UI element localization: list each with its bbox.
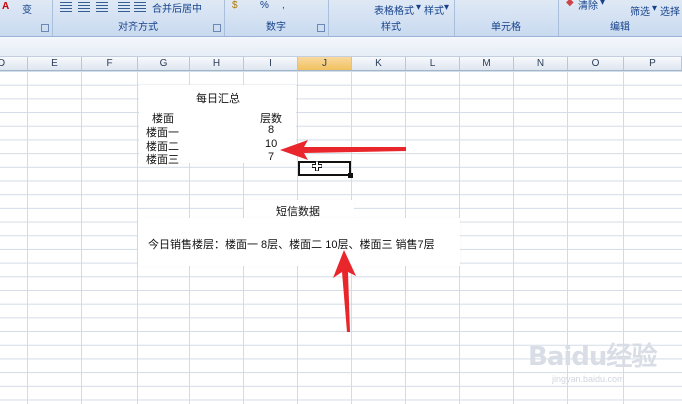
align-center-icon[interactable] — [78, 2, 90, 12]
currency-icon[interactable]: $ — [232, 0, 238, 11]
count-cell[interactable]: 10 — [265, 138, 277, 150]
eraser-icon[interactable]: ◆ — [566, 0, 574, 8]
column-header-g[interactable]: G — [138, 57, 190, 70]
font-launcher-icon[interactable] — [41, 24, 49, 32]
ribbon: A 变 合并后居中 对齐方式 $ % , 数字 表格格式 ▾ 样式 ▾ 样式 单… — [0, 0, 682, 37]
chevron-down-icon[interactable]: ▾ — [652, 3, 657, 14]
column-header-n[interactable]: N — [514, 57, 568, 70]
column-header-o[interactable]: O — [568, 57, 624, 70]
grid-line — [81, 71, 82, 404]
column-header-d[interactable]: D — [0, 57, 28, 70]
ribbon-group-alignment: 合并后居中 对齐方式 — [52, 0, 225, 36]
ribbon-group-styles: 表格格式 ▾ 样式 ▾ 样式 — [328, 0, 455, 36]
sort-filter-button[interactable]: 筛选 — [630, 3, 650, 18]
editing-group-title: 编辑 — [610, 22, 630, 33]
ribbon-group-font-partial: A 变 — [0, 0, 53, 36]
number-launcher-icon[interactable] — [317, 24, 325, 32]
count-cell[interactable]: 7 — [268, 151, 274, 163]
daily-summary-title: 每日汇总 — [196, 93, 240, 105]
find-select-button[interactable]: 选择 — [660, 3, 680, 18]
alignment-launcher-icon[interactable] — [213, 24, 221, 32]
sms-message-text[interactable]: 今日销售楼层：楼面一 8层、楼面二 10层、楼面三 销售7层 — [148, 236, 435, 252]
column-header-m[interactable]: M — [460, 57, 514, 70]
decrease-indent-icon[interactable] — [118, 2, 130, 12]
alignment-group-title: 对齐方式 — [118, 22, 158, 33]
styles-group-title: 样式 — [381, 22, 401, 33]
count-cell[interactable]: 8 — [268, 124, 274, 136]
increase-indent-icon[interactable] — [134, 2, 146, 12]
column-header-bar: D E F G H I J K L M N O P — [0, 57, 682, 71]
active-cell-selection[interactable] — [298, 161, 353, 178]
grid-line — [27, 71, 28, 404]
arrow-annotation-left — [280, 140, 406, 160]
font-size-icon[interactable]: 变 — [22, 1, 32, 16]
column-header-k[interactable]: K — [352, 57, 406, 70]
baidu-watermark-logo: Baidu经验 — [528, 342, 657, 372]
ribbon-group-cells: 单元格 — [454, 0, 559, 36]
column-header-e[interactable]: E — [28, 57, 82, 70]
ribbon-group-editing: ◆ 清除 ▾ 筛选 ▾ 选择 编辑 — [558, 0, 682, 36]
formula-bar-area — [0, 37, 682, 57]
column-header-f[interactable]: F — [82, 57, 138, 70]
chevron-down-icon[interactable]: ▾ — [600, 0, 605, 8]
clear-button[interactable]: 清除 — [578, 0, 598, 12]
number-group-title: 数字 — [266, 22, 286, 33]
column-header-h[interactable]: H — [190, 57, 244, 70]
watermark-url: jingyan.baidu.com — [552, 374, 625, 384]
comma-button[interactable]: , — [282, 0, 285, 11]
column-header-p[interactable]: P — [624, 57, 682, 70]
plus-cursor-icon — [312, 161, 322, 171]
ribbon-group-number: $ % , 数字 — [224, 0, 329, 36]
chevron-down-icon[interactable]: ▾ — [416, 2, 421, 13]
column-header-i[interactable]: I — [244, 57, 298, 70]
grid-line — [513, 71, 514, 404]
cells-group-title: 单元格 — [491, 22, 521, 33]
floor-cell[interactable]: 楼面三 — [146, 151, 179, 167]
sms-title: 短信数据 — [276, 206, 320, 218]
percent-button[interactable]: % — [260, 0, 269, 11]
font-color-icon[interactable]: A — [2, 1, 9, 12]
cell-style-button[interactable]: 样式 — [424, 2, 444, 17]
column-header-j[interactable]: J — [298, 57, 352, 70]
chevron-down-icon[interactable]: ▾ — [444, 2, 449, 13]
column-header-l[interactable]: L — [406, 57, 460, 70]
merge-center-button[interactable]: 合并后居中 — [152, 0, 202, 15]
table-format-button[interactable]: 表格格式 — [374, 2, 414, 17]
align-left-icon[interactable] — [60, 2, 72, 12]
arrow-annotation-up — [333, 250, 356, 332]
align-right-icon[interactable] — [96, 2, 108, 12]
